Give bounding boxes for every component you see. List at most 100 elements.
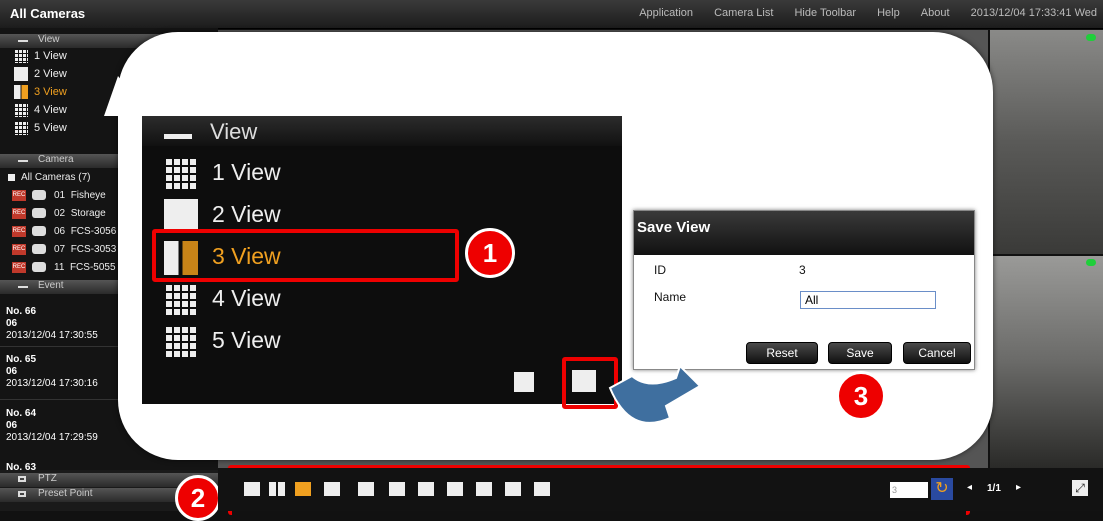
layout-6-icon[interactable] <box>389 482 405 496</box>
sidebar-view-1[interactable]: 1 View <box>14 48 67 64</box>
camera-feed-top-right[interactable] <box>990 30 1103 254</box>
menu-application[interactable]: Application <box>639 7 693 19</box>
status-dot-icon <box>1086 259 1096 266</box>
layout-1-icon[interactable] <box>244 482 260 496</box>
event-camera: 06 <box>6 318 18 329</box>
cancel-button[interactable]: Cancel <box>903 342 971 364</box>
title-bar: All Cameras Application Camera List Hide… <box>0 0 1103 29</box>
layout-4-icon[interactable] <box>324 482 340 496</box>
zoom-view-2[interactable]: 2 View <box>164 196 281 233</box>
view-label: 4 View <box>34 104 67 116</box>
sidebar-view-4[interactable]: 4 View <box>14 102 67 118</box>
dialog-title: Save View <box>637 219 711 236</box>
expand-icon <box>18 491 26 497</box>
status-dot-icon <box>1086 34 1096 41</box>
name-input[interactable] <box>800 291 936 309</box>
event-camera: 06 <box>6 420 18 431</box>
sidebar-view-2[interactable]: 2 View <box>14 66 67 82</box>
top-menu: Application Camera List Hide Toolbar Hel… <box>621 7 1097 19</box>
camera-group[interactable]: All Cameras (7) <box>8 170 90 186</box>
view-label: 3 View <box>34 86 67 98</box>
event-number: No. 63 <box>6 462 37 470</box>
view-label: 5 View <box>212 327 281 353</box>
camera-header-label: Camera <box>38 154 74 165</box>
highlight-3-view <box>152 229 459 282</box>
step-3-badge: 3 <box>836 371 886 421</box>
name-label: Name <box>654 290 687 304</box>
zoom-view-4[interactable]: 4 View <box>164 280 281 317</box>
menu-hide-toolbar[interactable]: Hide Toolbar <box>794 7 856 19</box>
layout-2-icon[interactable] <box>269 482 285 496</box>
prev-page-icon[interactable]: ◂ <box>967 482 972 493</box>
event-header-label: Event <box>38 280 64 291</box>
event-number: No. 66 <box>6 306 37 317</box>
camera-item[interactable]: REC 06 FCS-3056 <box>12 224 116 240</box>
layout-8-icon[interactable] <box>447 482 463 496</box>
step-2-badge: 2 <box>175 475 221 521</box>
curved-arrow-icon <box>608 364 702 424</box>
ptz-header-label: PTZ <box>38 473 57 484</box>
layout-7-icon[interactable] <box>418 482 434 496</box>
fisheye-camera-icon <box>32 190 46 201</box>
grid-icon <box>164 282 198 317</box>
camera-name: FCS-3053 <box>70 244 117 255</box>
refresh-icon[interactable]: ↻ <box>931 478 953 500</box>
fullscreen-icon[interactable]: ⤢ <box>1072 480 1088 496</box>
event-time: 2013/12/04 17:30:16 <box>6 378 98 389</box>
layout-11-icon[interactable] <box>534 482 550 496</box>
layout-3-icon <box>14 85 28 100</box>
collapse-icon <box>8 173 15 181</box>
camera-item[interactable]: REC 01 Fisheye <box>12 188 106 204</box>
collapse-icon <box>18 160 28 162</box>
dome-camera-icon <box>32 244 46 255</box>
zoom-view-1[interactable]: 1 View <box>164 154 281 191</box>
zoomed-view-header-label: View <box>210 119 258 144</box>
delete-view-icon[interactable] <box>514 372 534 392</box>
camera-id: 01 <box>54 190 66 201</box>
app-title: All Cameras <box>10 6 86 21</box>
rec-badge: REC <box>12 261 26 273</box>
sidebar-view-3[interactable]: 3 View <box>14 84 67 100</box>
view-label: 2 View <box>212 201 281 227</box>
layout-5-icon[interactable] <box>358 482 374 496</box>
view-label: 5 View <box>34 122 67 134</box>
camera-item[interactable]: REC 11 FCS-5055 <box>12 260 116 276</box>
camera-item[interactable]: REC 07 FCS-3053 <box>12 242 116 258</box>
sidebar-view-5[interactable]: 5 View <box>14 120 67 136</box>
camera-icon <box>32 262 46 273</box>
camera-icon <box>32 208 46 219</box>
zoomed-view-header: View <box>142 116 622 146</box>
event-time: 2013/12/04 17:29:59 <box>6 432 98 443</box>
event-camera: 06 <box>6 366 18 377</box>
zoom-view-5[interactable]: 5 View <box>164 322 281 359</box>
rec-badge: REC <box>12 243 26 255</box>
collapse-icon <box>164 134 192 139</box>
save-button[interactable]: Save <box>828 342 892 364</box>
view-label: 1 View <box>34 50 67 62</box>
dialog-header: Save View <box>634 211 974 255</box>
menu-help[interactable]: Help <box>877 7 900 19</box>
layout-3-icon[interactable] <box>295 482 311 496</box>
collapse-icon <box>18 40 28 42</box>
next-page-icon[interactable]: ▸ <box>1016 482 1021 493</box>
grid-9-icon <box>164 156 198 191</box>
view-header-label: View <box>38 34 60 45</box>
layout-9-icon[interactable] <box>476 482 492 496</box>
page-input[interactable] <box>890 482 928 498</box>
reset-button[interactable]: Reset <box>746 342 818 364</box>
single-view-icon <box>14 67 28 82</box>
view-label: 4 View <box>212 285 281 311</box>
camera-id: 11 <box>54 262 65 273</box>
camera-name: FCS-5055 <box>69 262 116 273</box>
menu-camera-list[interactable]: Camera List <box>714 7 773 19</box>
camera-item[interactable]: REC 02 Storage <box>12 206 106 222</box>
rec-badge: REC <box>12 225 26 237</box>
step-1-badge: 1 <box>465 228 515 278</box>
camera-name: Storage <box>70 208 106 219</box>
layout-10-icon[interactable] <box>505 482 521 496</box>
camera-id: 02 <box>54 208 66 219</box>
menu-about[interactable]: About <box>921 7 950 19</box>
event-number: No. 65 <box>6 354 37 365</box>
camera-feed-bottom-right[interactable] <box>990 256 1103 468</box>
event-item[interactable]: No. 63 <box>6 462 216 470</box>
